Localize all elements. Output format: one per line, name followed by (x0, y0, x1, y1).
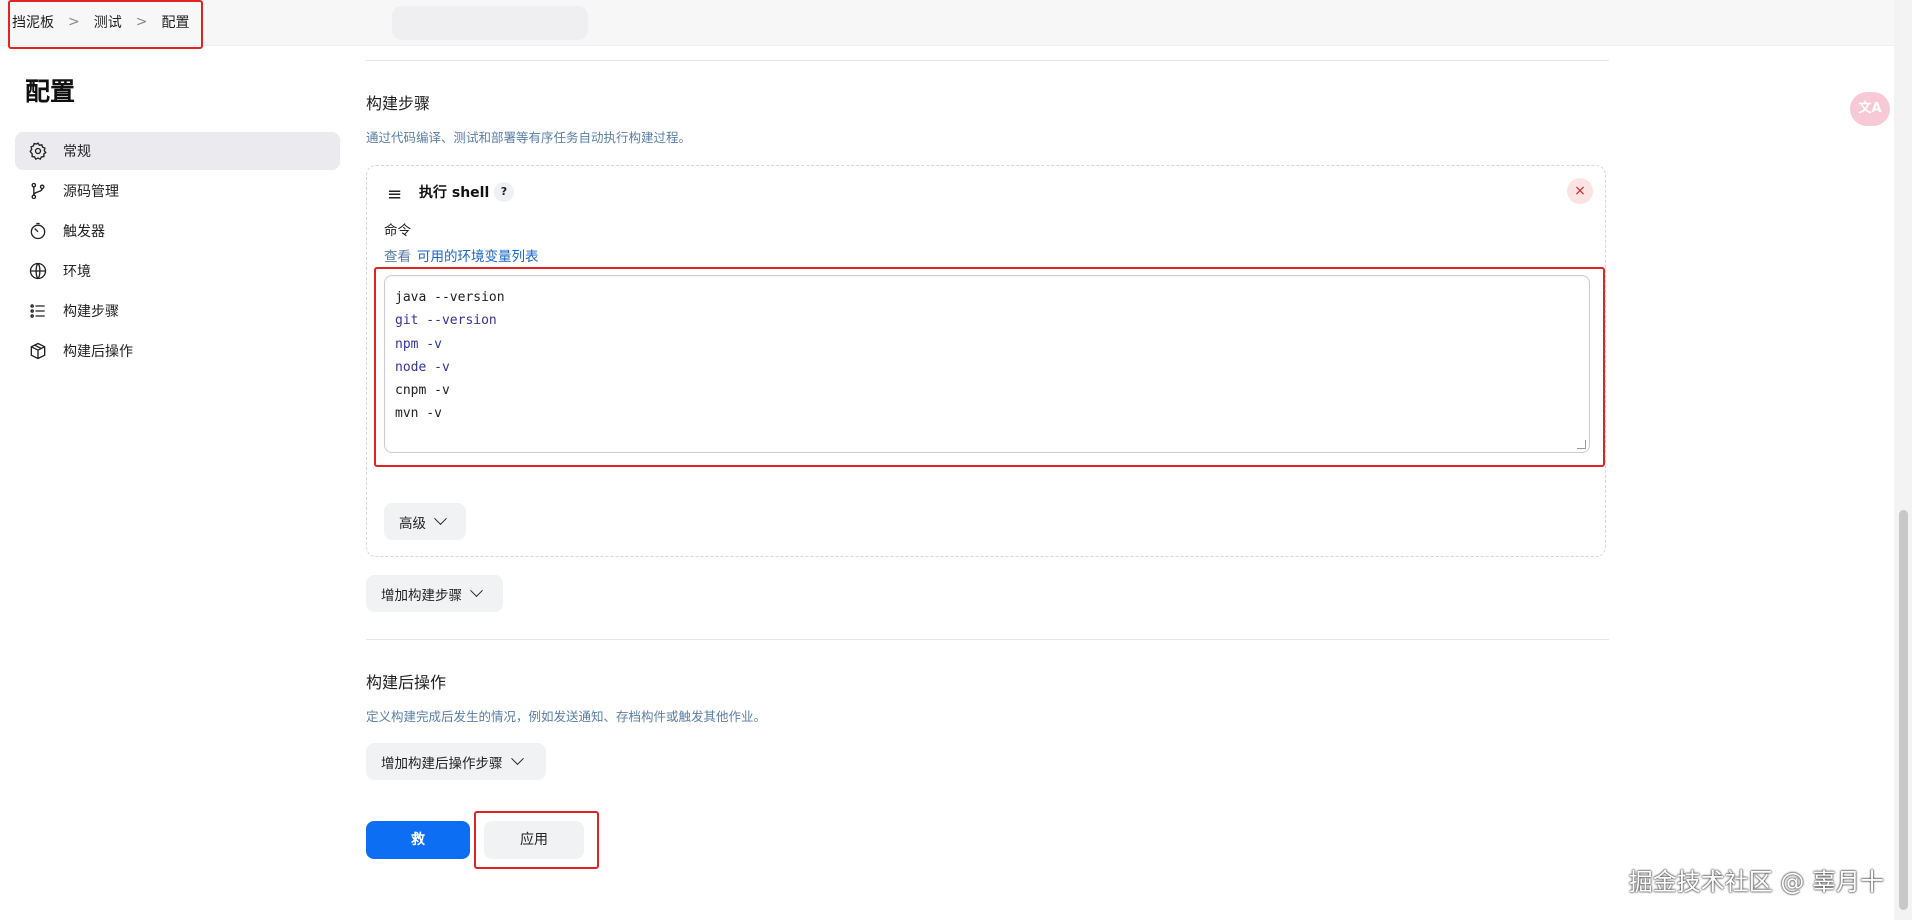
sidebar-item-label: 常规 (63, 144, 91, 160)
package-icon (27, 340, 49, 362)
command-line: node -v (395, 359, 450, 375)
top-bar: 挡泥板 > 测试 > 配置 (0, 0, 1894, 46)
breadcrumb: 挡泥板 > 测试 > 配置 (12, 4, 189, 40)
section-divider (366, 639, 1609, 640)
build-step-name: 执行 shell (419, 185, 490, 201)
sidebar: 配置 常规 源码管理 触发器 环境 构建步骤 构建后操作 (15, 72, 340, 372)
sidebar-item-triggers[interactable]: 触发器 (15, 212, 340, 250)
chevron-down-icon (510, 752, 524, 766)
sidebar-item-label: 构建后操作 (63, 344, 133, 360)
post-build-description: 定义构建完成后发生的情况，例如发送通知、存档构件或触发其他作业。 (366, 709, 767, 724)
command-textarea[interactable]: java --version git --version npm -v node… (384, 275, 1590, 453)
breadcrumb-separator: > (135, 14, 148, 30)
globe-icon (27, 260, 49, 282)
sidebar-item-label: 源码管理 (63, 184, 119, 200)
sidebar-item-post-build[interactable]: 构建后操作 (15, 332, 340, 370)
close-icon[interactable]: × (1567, 178, 1593, 204)
resize-handle[interactable] (1577, 440, 1586, 449)
command-line: git --version (395, 313, 497, 329)
help-icon[interactable]: ? (494, 182, 514, 202)
env-vars-link[interactable]: 可用的环境变量列表 (417, 249, 539, 265)
watermark-text: 掘金技术社区 @ 辜月十 (1628, 868, 1884, 896)
sidebar-item-environment[interactable]: 环境 (15, 252, 340, 290)
breadcrumb-item-job[interactable]: 测试 (94, 12, 122, 32)
add-post-build-button[interactable]: 增加构建后操作步骤 (366, 743, 546, 780)
sidebar-item-scm[interactable]: 源码管理 (15, 172, 340, 210)
add-build-step-label: 增加构建步骤 (381, 587, 462, 604)
build-steps-description: 通过代码编译、测试和部署等有序任务自动执行构建过程。 (366, 130, 692, 145)
advanced-label: 高级 (399, 515, 426, 532)
breadcrumb-item-dashboard[interactable]: 挡泥板 (12, 12, 54, 32)
section-divider (366, 60, 1609, 61)
gear-icon (27, 140, 49, 162)
breadcrumb-item-config[interactable]: 配置 (161, 12, 189, 32)
apply-button[interactable]: 应用 (484, 821, 584, 859)
translate-icon[interactable]: 文A (1850, 92, 1890, 126)
add-post-build-label: 增加构建后操作步骤 (381, 755, 503, 772)
sidebar-item-label: 环境 (63, 264, 91, 280)
build-steps-title: 构建步骤 (366, 94, 431, 113)
command-label: 命令 (384, 223, 411, 239)
post-build-title: 构建后操作 (366, 673, 447, 692)
build-step-card: ≡ 执行 shell ? × 命令 查看 可用的环境变量列表 java --ver… (366, 165, 1606, 557)
save-button[interactable]: 救 (366, 821, 470, 859)
sidebar-item-build-steps[interactable]: 构建步骤 (15, 292, 340, 330)
command-line: npm -v (395, 336, 442, 352)
sidebar-title: 配置 (25, 77, 76, 106)
command-line: mvn -v (395, 406, 442, 422)
top-placeholder-bar (392, 6, 588, 40)
sidebar-item-label: 触发器 (63, 224, 105, 240)
branch-icon (27, 180, 49, 202)
breadcrumb-separator: > (68, 14, 80, 30)
list-icon (27, 300, 49, 322)
sidebar-item-label: 构建步骤 (63, 304, 119, 320)
add-build-step-button[interactable]: 增加构建步骤 (366, 575, 503, 612)
chevron-down-icon (470, 584, 483, 598)
env-vars-hint: 查看 可用的环境变量列表 (384, 245, 539, 265)
advanced-button[interactable]: 高级 (384, 503, 466, 540)
command-line: java --version (395, 290, 505, 305)
drag-handle-icon[interactable]: ≡ (387, 184, 402, 205)
chevron-down-icon (434, 512, 447, 526)
command-line: cnpm -v (395, 383, 450, 399)
scrollbar-thumb[interactable] (1899, 510, 1908, 910)
env-vars-prefix: 查看 (384, 249, 411, 265)
sidebar-item-general[interactable]: 常规 (15, 132, 340, 170)
timer-icon (27, 220, 49, 242)
scrollbar[interactable] (1894, 0, 1912, 920)
